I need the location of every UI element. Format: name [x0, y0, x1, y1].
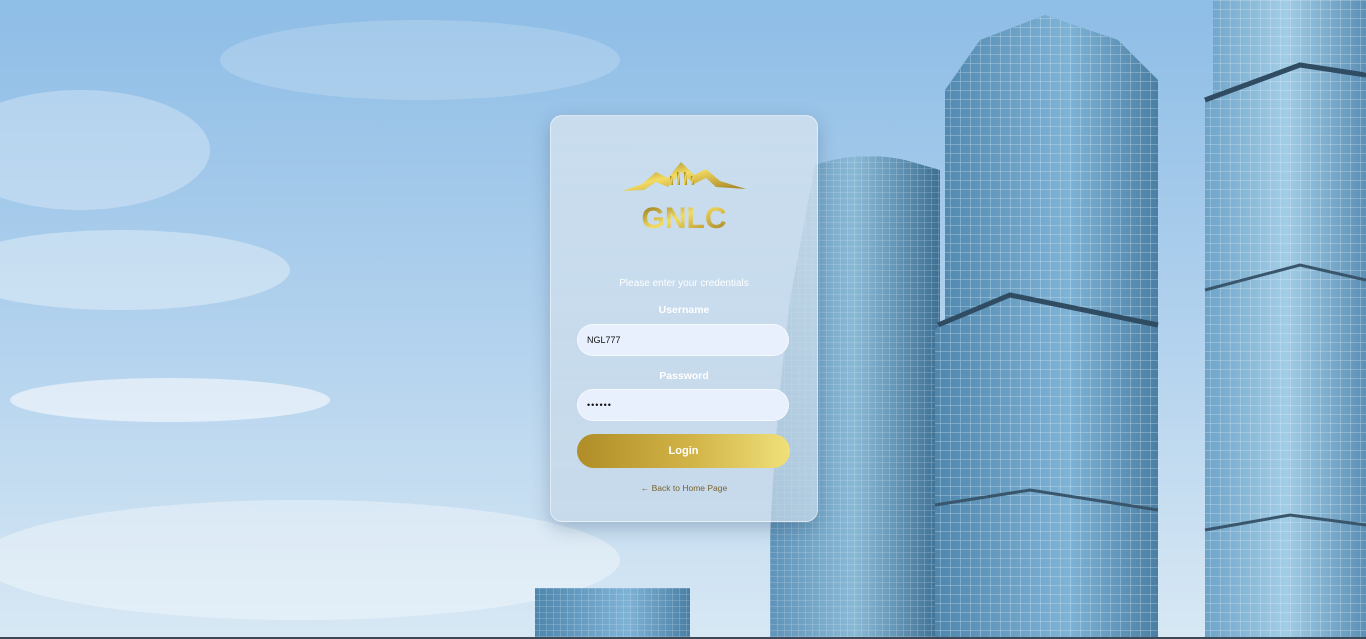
username-input[interactable]: [577, 324, 789, 356]
back-to-home-link[interactable]: ← Back to Home Page: [551, 483, 817, 493]
gnlc-logo: GNLC: [622, 162, 746, 235]
credentials-prompt: Please enter your credentials: [619, 278, 749, 289]
password-input[interactable]: [577, 389, 789, 421]
svg-text:GNLC: GNLC: [642, 202, 727, 235]
login-button[interactable]: Login: [577, 434, 790, 468]
login-card: GNLC Please enter your credentials Usern…: [550, 115, 818, 522]
password-label: Password: [659, 370, 709, 382]
username-label: Username: [658, 304, 710, 316]
